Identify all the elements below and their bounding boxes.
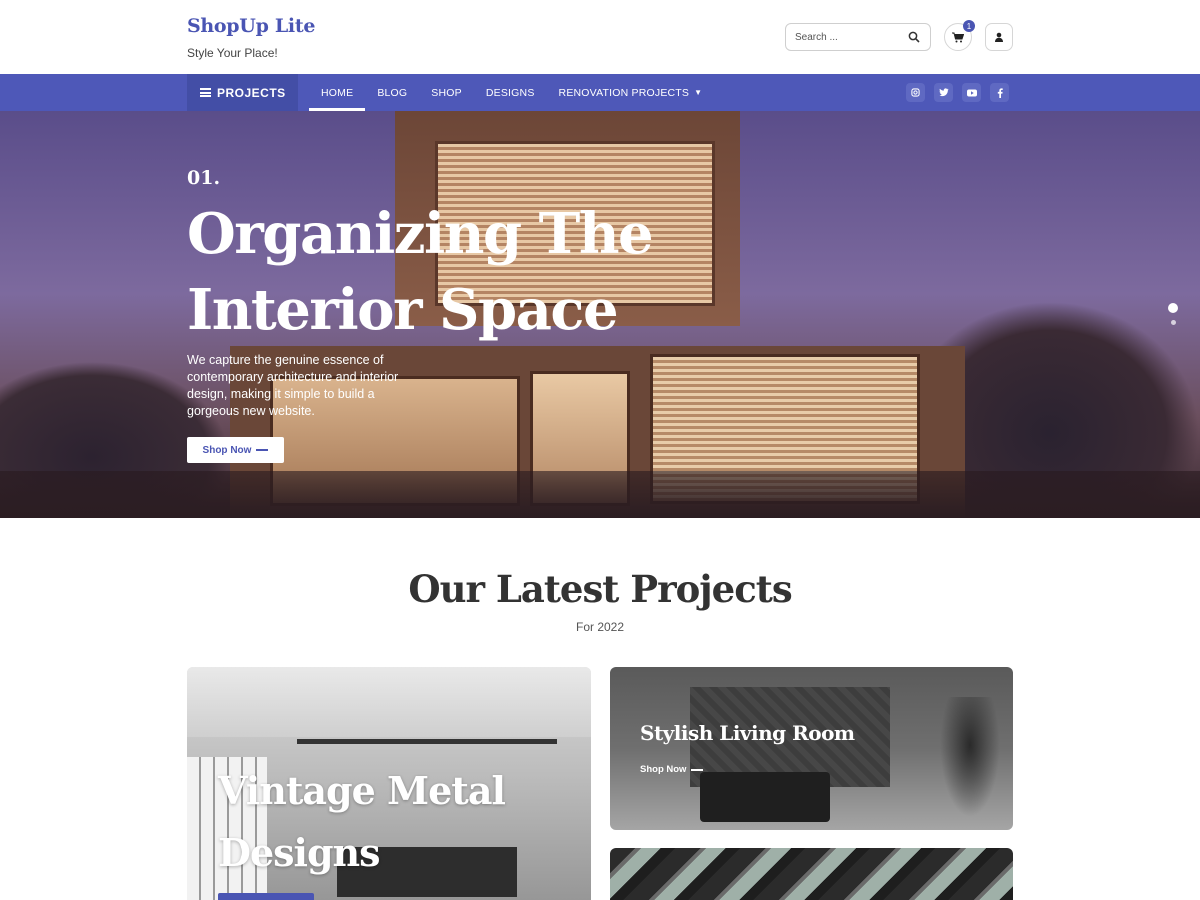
search-icon[interactable] <box>907 30 921 44</box>
project-card-living-room[interactable] <box>610 667 1013 830</box>
instagram-icon[interactable] <box>906 83 925 102</box>
section-title: Our Latest Projects <box>408 567 792 611</box>
search-box[interactable] <box>785 23 931 51</box>
hero-button-label: Shop Now <box>202 444 252 456</box>
search-input[interactable] <box>795 31 895 43</box>
card-image-plant <box>940 697 1000 817</box>
nav-item-blog[interactable]: BLOG <box>365 74 419 111</box>
twitter-icon[interactable] <box>934 83 953 102</box>
slider-dot-active[interactable] <box>1168 303 1178 313</box>
card-image-ceiling <box>187 667 591 737</box>
nav-item-renovation-projects[interactable]: RENOVATION PROJECTS ▼ <box>547 74 715 111</box>
card-image-sofa <box>700 772 830 822</box>
project-card-staircase[interactable] <box>610 848 1013 900</box>
project-card-button-label: Shop Now <box>640 764 687 775</box>
hero-title: Organizing The Interior Space <box>187 201 654 343</box>
user-icon <box>995 32 1003 42</box>
arrow-dash-icon <box>256 449 269 451</box>
hero-slide-number: 01. <box>187 167 221 189</box>
chevron-down-icon: ▼ <box>694 88 703 97</box>
account-button[interactable] <box>985 23 1013 51</box>
project-card-title: Stylish Living Room <box>640 721 855 745</box>
nav-item-home[interactable]: HOME <box>309 74 366 111</box>
hero-image-ground <box>0 471 1200 518</box>
nav-item-shop[interactable]: SHOP <box>419 74 474 111</box>
social-links <box>906 83 1009 102</box>
projects-menu-button[interactable]: PROJECTS <box>187 74 298 111</box>
brand-tagline: Style Your Place! <box>187 46 278 60</box>
slider-dot[interactable] <box>1170 320 1176 325</box>
section-subtitle: For 2022 <box>575 620 625 634</box>
project-card-button[interactable] <box>218 893 314 900</box>
nav-item-designs[interactable]: DESIGNS <box>474 74 547 111</box>
site-header: ShopUp Lite Style Your Place! 1 <box>0 0 1200 74</box>
hero-description: We capture the genuine essence of contem… <box>187 353 399 418</box>
hero-shop-now-button[interactable]: Shop Now <box>187 437 284 463</box>
brand-title[interactable]: ShopUp Lite <box>187 15 315 37</box>
nav-item-label: RENOVATION PROJECTS <box>558 86 690 99</box>
project-card-shop-now-button[interactable]: Shop Now <box>640 764 704 775</box>
hamburger-icon <box>200 88 211 97</box>
arrow-dash-icon <box>691 768 704 771</box>
slider-pagination <box>1168 303 1178 325</box>
facebook-icon[interactable] <box>990 83 1009 102</box>
youtube-icon[interactable] <box>962 83 981 102</box>
projects-menu-label: PROJECTS <box>217 85 286 100</box>
main-nav: PROJECTS HOME BLOG SHOP DESIGNS RENOVATI… <box>0 74 1200 111</box>
project-card-title: Vintage Metal Designs <box>218 768 506 875</box>
cart-icon <box>952 32 964 42</box>
card-image-beam <box>297 739 557 744</box>
nav-links: HOME BLOG SHOP DESIGNS RENOVATION PROJEC… <box>309 74 714 111</box>
cart-count-badge: 1 <box>963 20 975 32</box>
